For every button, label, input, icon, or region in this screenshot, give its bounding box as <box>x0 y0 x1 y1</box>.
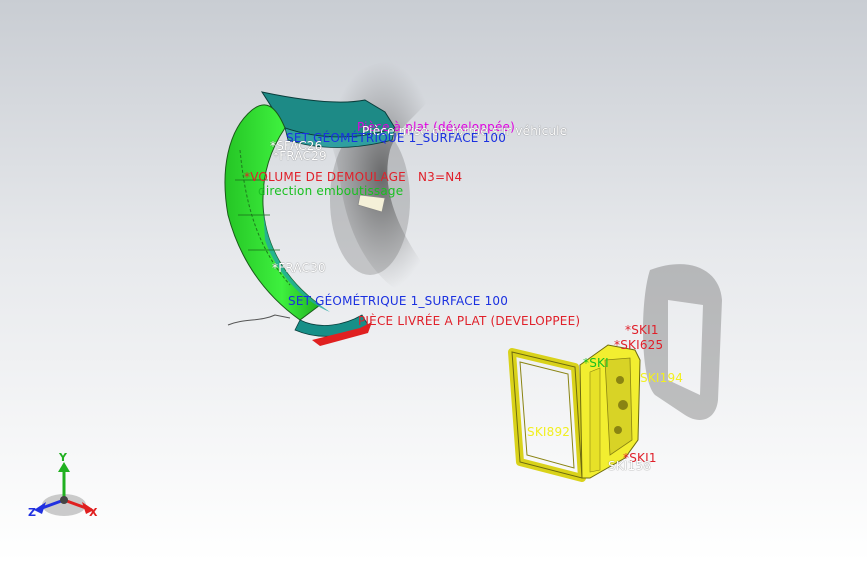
model-scene <box>34 60 722 516</box>
3d-graphics-viewport[interactable]: Pièce à plat (développée) Pièce mise en … <box>0 0 867 562</box>
annotation-n3-n4[interactable]: N3=N4 <box>418 171 462 184</box>
annotation-set-geometrique-bottom[interactable]: SET GÉOMÉTRIQUE 1_SURFACE 100 <box>288 295 508 308</box>
annotation-ski625[interactable]: *SKI625 <box>614 339 663 352</box>
annotation-frac-top[interactable]: *FRAC29 <box>273 150 327 163</box>
z-axis-label: Z <box>28 506 36 519</box>
x-axis-label: X <box>89 506 98 519</box>
annotation-ski-green[interactable]: *SKI <box>583 357 609 370</box>
axis-triad <box>34 462 94 516</box>
annotation-ski892[interactable]: SKI892 <box>527 426 570 439</box>
annotation-piece-livree[interactable]: PIÈCE LIVRÉE A PLAT (DEVELOPPEE) <box>358 315 580 328</box>
annotation-ski1-top[interactable]: *SKI1 <box>625 324 659 337</box>
annotation-frac-mid[interactable]: *FRAC30 <box>272 262 326 275</box>
annotation-direction-emboutissage[interactable]: direction emboutissage <box>258 185 403 198</box>
annotation-ski158[interactable]: SKI158 <box>608 460 651 473</box>
annotation-ski194[interactable]: SKI194 <box>640 372 683 385</box>
y-axis-label: Y <box>59 451 67 464</box>
annotation-volume-demoulage[interactable]: *VOLUME DE DEMOULAGE <box>244 171 406 184</box>
